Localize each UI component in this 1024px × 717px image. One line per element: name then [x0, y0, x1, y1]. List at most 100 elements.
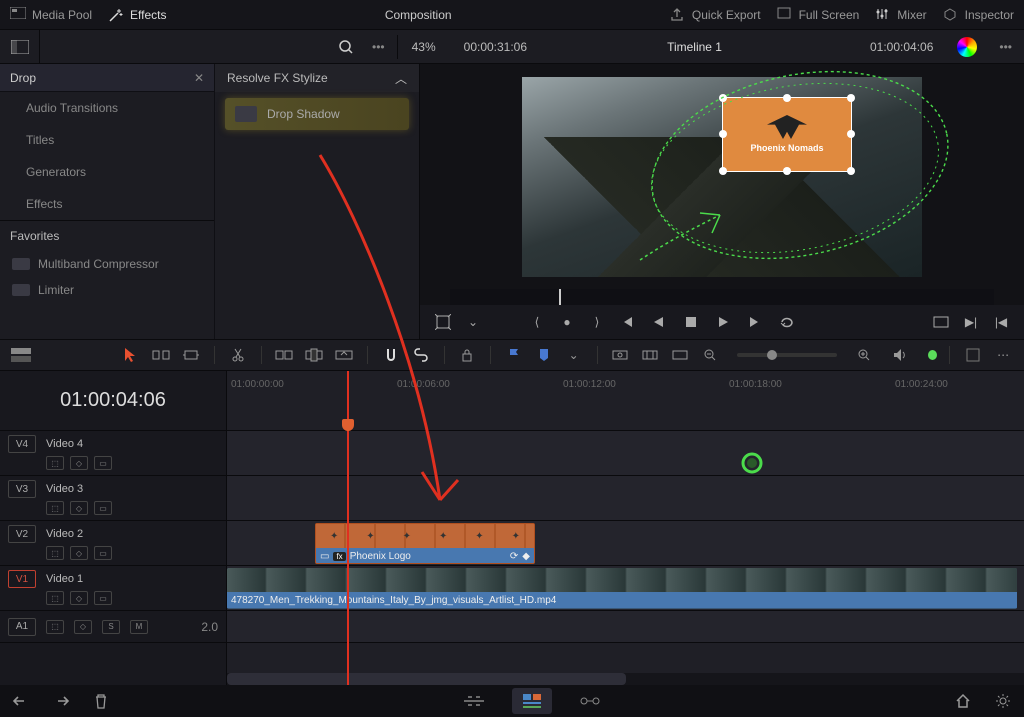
- selection-tool[interactable]: [121, 343, 143, 367]
- zoom-detail-button[interactable]: [639, 343, 661, 367]
- loop-button[interactable]: [774, 309, 800, 335]
- zoom-custom-button[interactable]: [669, 343, 691, 367]
- cut-page-tab[interactable]: [454, 688, 494, 714]
- panel-layout-toggle[interactable]: [0, 30, 40, 64]
- media-pool-tab[interactable]: Media Pool: [10, 7, 92, 23]
- auto-select-icon[interactable]: ◇: [74, 620, 92, 634]
- lock-icon[interactable]: ⬚: [46, 501, 64, 515]
- stop-button[interactable]: [678, 309, 704, 335]
- overwrite-clip-button[interactable]: [303, 343, 325, 367]
- fx-drop-shadow[interactable]: Drop Shadow: [225, 98, 409, 130]
- track-enable-icon[interactable]: ▭: [94, 591, 112, 605]
- edit-page-tab[interactable]: [512, 688, 552, 714]
- timeline-name[interactable]: Timeline 1: [653, 40, 736, 54]
- track-header-v2[interactable]: V2Video 2 ⬚◇▭: [0, 521, 226, 566]
- top-menu-bar: Media Pool Effects Composition Quick Exp…: [0, 0, 1024, 30]
- marker-button[interactable]: [533, 343, 555, 367]
- category-effects[interactable]: Effects: [0, 188, 214, 220]
- auto-select-icon[interactable]: ◇: [70, 501, 88, 515]
- effects-options-menu[interactable]: •••: [360, 40, 397, 54]
- delete-button[interactable]: [90, 690, 112, 712]
- track-enable-icon[interactable]: ▭: [94, 501, 112, 515]
- favorite-multiband-compressor[interactable]: Multiband Compressor: [0, 251, 214, 277]
- keyframe-icon[interactable]: ◆: [522, 551, 530, 562]
- zoom-in-button[interactable]: [853, 343, 875, 367]
- lock-icon[interactable]: ⬚: [46, 546, 64, 560]
- go-end-button[interactable]: [742, 309, 768, 335]
- auto-select-icon[interactable]: ◇: [70, 591, 88, 605]
- replace-clip-button[interactable]: [333, 343, 355, 367]
- position-lock-toggle[interactable]: [456, 343, 478, 367]
- undo-button[interactable]: [10, 690, 32, 712]
- mute-button[interactable]: M: [130, 620, 148, 634]
- match-frame-button[interactable]: [928, 309, 954, 335]
- fx-group-header[interactable]: Resolve FX Stylize ︿: [215, 64, 419, 92]
- favorite-limiter[interactable]: Limiter: [0, 277, 214, 303]
- lock-icon[interactable]: ⬚: [46, 591, 64, 605]
- transform-dropdown[interactable]: ⌄: [460, 309, 486, 335]
- insert-clip-button[interactable]: [274, 343, 296, 367]
- next-marker-button[interactable]: ⟩: [584, 309, 610, 335]
- effects-tab[interactable]: Effects: [108, 7, 166, 23]
- track-header-a1[interactable]: A1 ⬚ ◇ S M 2.0: [0, 611, 226, 643]
- link-toggle[interactable]: [410, 343, 432, 367]
- monitor-volume-icon[interactable]: [891, 343, 913, 367]
- play-button[interactable]: [710, 309, 736, 335]
- track-enable-icon[interactable]: ▭: [94, 546, 112, 560]
- timeline-view-options[interactable]: [10, 343, 32, 367]
- blade-tool[interactable]: [227, 343, 249, 367]
- lock-icon[interactable]: ⬚: [46, 456, 64, 470]
- clip-mountains-video[interactable]: 478270_Men_Trekking_Mountains_Italy_By_j…: [227, 568, 1017, 609]
- inspector-button[interactable]: Inspector: [943, 7, 1014, 23]
- zoom-out-button[interactable]: [699, 343, 721, 367]
- playhead-handle[interactable]: [342, 419, 354, 431]
- prev-marker-button[interactable]: ⟨: [524, 309, 550, 335]
- home-button[interactable]: [952, 690, 974, 712]
- trim-tool[interactable]: [150, 343, 172, 367]
- mixer-button[interactable]: Mixer: [875, 7, 926, 23]
- dim-audio-toggle[interactable]: [928, 350, 937, 360]
- play-reverse-button[interactable]: [646, 309, 672, 335]
- logo-overlay-selection[interactable]: Phoenix Nomads: [722, 97, 852, 172]
- category-audio-transitions[interactable]: Audio Transitions: [0, 92, 214, 124]
- solo-button[interactable]: S: [102, 620, 120, 634]
- redo-button[interactable]: [50, 690, 72, 712]
- retime-icon[interactable]: ⟳: [510, 551, 518, 562]
- viewer-scrub-bar[interactable]: [450, 289, 994, 305]
- track-header-v1[interactable]: V1Video 1 ⬚◇▭: [0, 566, 226, 611]
- clear-search-icon[interactable]: ✕: [194, 71, 204, 85]
- category-generators[interactable]: Generators: [0, 156, 214, 188]
- track-header-v4[interactable]: V4Video 4 ⬚◇▭: [0, 431, 226, 476]
- project-settings-button[interactable]: [992, 690, 1014, 712]
- fusion-page-tab[interactable]: [570, 688, 610, 714]
- zoom-slider[interactable]: [737, 353, 837, 357]
- timeline-layout-button[interactable]: [962, 343, 984, 367]
- zoom-full-button[interactable]: [610, 343, 632, 367]
- viewer-zoom-percent[interactable]: 43%: [398, 40, 450, 54]
- track-header-v3[interactable]: V3Video 3 ⬚◇▭: [0, 476, 226, 521]
- snapping-toggle[interactable]: [380, 343, 402, 367]
- viewer-canvas[interactable]: Phoenix Nomads: [420, 64, 1024, 289]
- next-edit-button[interactable]: |◀: [988, 309, 1014, 335]
- go-start-button[interactable]: [614, 309, 640, 335]
- timeline-tracks-area[interactable]: 01:00:00:00 01:00:06:00 01:00:12:00 01:0…: [227, 371, 1024, 685]
- quick-export-button[interactable]: Quick Export: [670, 7, 761, 23]
- transform-overlay-button[interactable]: [430, 309, 456, 335]
- track-enable-icon[interactable]: ▭: [94, 456, 112, 470]
- lock-icon[interactable]: ⬚: [46, 620, 64, 634]
- bypass-grade-button[interactable]: [957, 37, 977, 57]
- auto-select-icon[interactable]: ◇: [70, 546, 88, 560]
- prprev-edit-button[interactable]: ▶|: [958, 309, 984, 335]
- search-icon[interactable]: [338, 39, 354, 55]
- dynamic-trim-tool[interactable]: [180, 343, 202, 367]
- timeline-timecode-display[interactable]: 01:00:04:06: [0, 371, 226, 431]
- auto-select-icon[interactable]: ◇: [70, 456, 88, 470]
- marker-dropdown[interactable]: ⌄: [563, 343, 585, 367]
- flag-button[interactable]: [503, 343, 525, 367]
- marker-button[interactable]: ●: [554, 309, 580, 335]
- viewer-options-menu[interactable]: •••: [987, 40, 1024, 54]
- timeline-options-menu[interactable]: ⋯: [992, 343, 1014, 367]
- full-screen-button[interactable]: Full Screen: [777, 7, 860, 23]
- category-titles[interactable]: Titles: [0, 124, 214, 156]
- search-query-text[interactable]: Drop: [10, 71, 36, 85]
